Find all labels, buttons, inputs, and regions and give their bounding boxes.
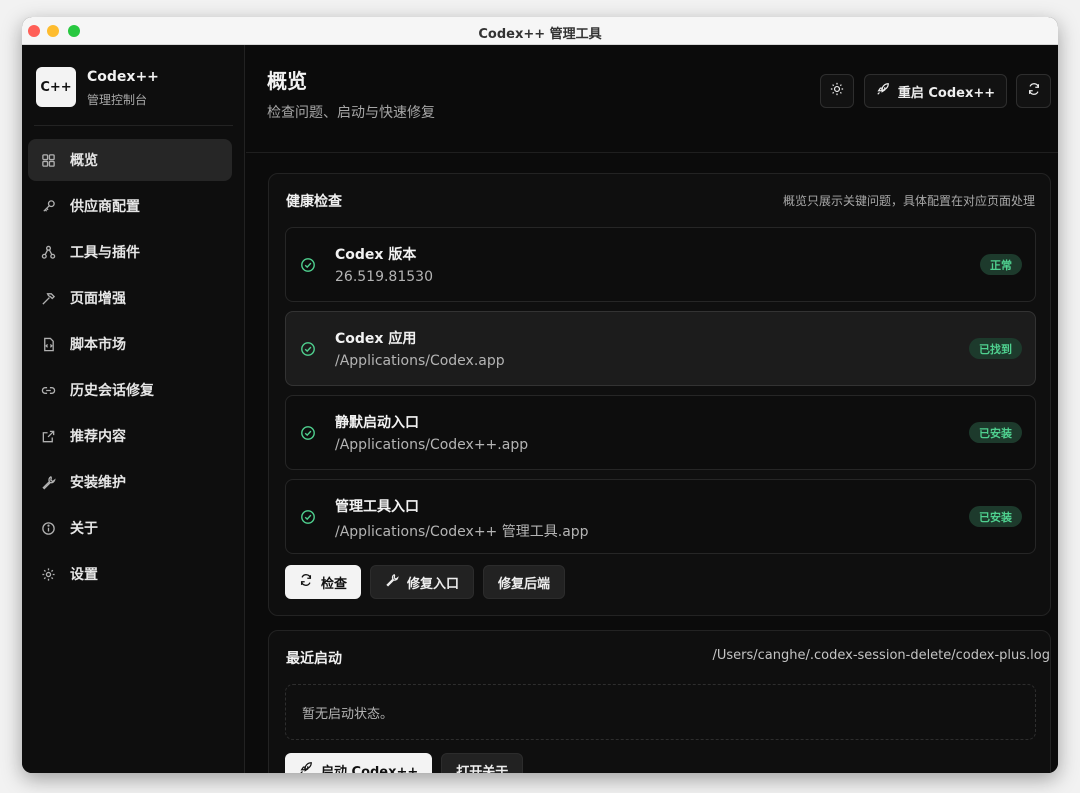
sidebar-item-overview[interactable]: 概览: [28, 139, 232, 181]
repair-entry-button[interactable]: 修复入口: [370, 565, 475, 599]
check-item-silent-launcher: 静默启动入口 /Applications/Codex++.app 已安装: [285, 395, 1036, 470]
health-check-card: 健康检查 概览只展示关键问题，具体配置在对应页面处理 Codex 版本 26.5…: [268, 173, 1051, 616]
check-item-title: 管理工具入口: [335, 499, 419, 515]
restart-codex-label: 重启 Codex++: [897, 85, 996, 101]
launch-actions: 启动 Codex++ 打开关于: [285, 753, 524, 774]
sidebar-item-label: 脚本市场: [70, 337, 126, 353]
sidebar-item-session-repair[interactable]: 历史会话修复: [28, 369, 232, 411]
empty-state: 暂无启动状态。: [285, 684, 1036, 740]
empty-state-text: 暂无启动状态。: [302, 707, 394, 722]
status-badge: 已安装: [969, 422, 1022, 443]
sidebar-item-recommended[interactable]: 推荐内容: [28, 415, 232, 457]
sidebar: C++ Codex++ 管理控制台 概览 供应商配置 工具与插件 页面增强 脚本…: [22, 45, 245, 773]
sun-icon: [830, 82, 844, 100]
sidebar-item-label: 概览: [70, 153, 98, 169]
check-item-title: Codex 应用: [335, 331, 417, 347]
check-item-value: /Applications/Codex.app: [335, 353, 505, 369]
window-title: Codex++ 管理工具: [478, 27, 602, 42]
check-circle-icon: [300, 341, 316, 357]
sidebar-item-label: 页面增强: [70, 291, 126, 307]
refresh-icon: [1027, 82, 1041, 100]
check-item-codex-app: Codex 应用 /Applications/Codex.app 已找到: [285, 311, 1036, 386]
check-button[interactable]: 检查: [285, 565, 362, 599]
key-icon: [40, 198, 56, 214]
sidebar-item-label: 安装维护: [70, 475, 126, 491]
log-path: /Users/canghe/.codex-session-delete/code…: [712, 648, 1050, 663]
hammer-icon: [40, 290, 56, 306]
wrench-icon: [385, 573, 399, 591]
health-actions: 检查 修复入口 修复后端: [285, 565, 566, 599]
check-button-label: 检查: [321, 576, 348, 592]
sidebar-item-tools[interactable]: 工具与插件: [28, 231, 232, 273]
restart-codex-button[interactable]: 重启 Codex++: [864, 74, 1007, 108]
refresh-button[interactable]: [1016, 74, 1051, 108]
recent-launch-card: 最近启动 /Users/canghe/.codex-session-delete…: [268, 630, 1051, 773]
link-icon: [40, 382, 56, 398]
repair-entry-label: 修复入口: [407, 576, 460, 592]
status-badge: 已找到: [969, 338, 1022, 359]
title-bar: Codex++ 管理工具: [22, 17, 1058, 45]
sidebar-item-label: 历史会话修复: [70, 383, 154, 399]
check-item-value: /Applications/Codex++.app: [335, 437, 529, 453]
sidebar-nav: 概览 供应商配置 工具与插件 页面增强 脚本市场 历史会话修复 推荐内容 安装维…: [28, 139, 232, 599]
check-item-title: Codex 版本: [335, 247, 417, 263]
check-item-value: /Applications/Codex++ 管理工具.app: [335, 524, 589, 540]
app-window: Codex++ 管理工具 C++ Codex++ 管理控制台 概览 供应商配置: [22, 17, 1058, 773]
sidebar-item-about[interactable]: 关于: [28, 507, 232, 549]
external-link-icon: [40, 428, 56, 444]
sidebar-item-page-enhance[interactable]: 页面增强: [28, 277, 232, 319]
brand-name: Codex++: [87, 69, 159, 85]
refresh-icon: [299, 573, 313, 591]
status-badge: 已安装: [969, 506, 1022, 527]
launch-codex-label: 启动 Codex++: [321, 764, 419, 774]
open-about-button[interactable]: 打开关于: [441, 753, 524, 774]
check-item-title: 静默启动入口: [335, 415, 419, 431]
sidebar-divider: [34, 125, 233, 126]
recent-launch-title: 最近启动: [286, 651, 342, 667]
sidebar-item-script-market[interactable]: 脚本市场: [28, 323, 232, 365]
check-circle-icon: [300, 425, 316, 441]
sidebar-item-label: 工具与插件: [70, 245, 140, 261]
info-icon: [40, 520, 56, 536]
sidebar-item-settings[interactable]: 设置: [28, 553, 232, 595]
check-item-manager-entry: 管理工具入口 /Applications/Codex++ 管理工具.app 已安…: [285, 479, 1036, 554]
status-badge: 正常: [980, 254, 1022, 275]
sidebar-item-maintenance[interactable]: 安装维护: [28, 461, 232, 503]
page-subtitle: 检查问题、启动与快速修复: [267, 105, 435, 121]
rocket-icon: [299, 761, 313, 773]
sidebar-item-label: 推荐内容: [70, 429, 126, 445]
check-circle-icon: [300, 509, 316, 525]
gear-icon: [40, 566, 56, 582]
script-icon: [40, 336, 56, 352]
repair-backend-button[interactable]: 修复后端: [483, 565, 566, 599]
check-circle-icon: [300, 257, 316, 273]
check-item-value: 26.519.81530: [335, 269, 433, 285]
grid-icon: [40, 152, 56, 168]
repair-backend-label: 修复后端: [498, 576, 551, 592]
theme-toggle-button[interactable]: [820, 74, 854, 108]
page-title: 概览: [267, 69, 307, 93]
check-item-codex-version: Codex 版本 26.519.81530 正常: [285, 227, 1036, 302]
nodes-icon: [40, 244, 56, 260]
main-content: 概览 检查问题、启动与快速修复 重启 Codex++ 健康检查 概览只展示关键问…: [246, 45, 1058, 773]
launch-codex-button[interactable]: 启动 Codex++: [285, 753, 433, 774]
sidebar-item-label: 供应商配置: [70, 199, 140, 215]
wrench-icon: [40, 474, 56, 490]
sidebar-item-label: 关于: [70, 521, 98, 537]
header-divider: [246, 152, 1058, 153]
open-about-label: 打开关于: [456, 764, 509, 774]
health-check-title: 健康检查: [286, 194, 342, 210]
brand-subtitle: 管理控制台: [87, 93, 148, 107]
sidebar-item-providers[interactable]: 供应商配置: [28, 185, 232, 227]
health-check-note: 概览只展示关键问题，具体配置在对应页面处理: [782, 194, 1035, 208]
brand-logo: C++: [36, 67, 76, 107]
rocket-icon: [876, 82, 890, 100]
sidebar-item-label: 设置: [70, 567, 98, 583]
